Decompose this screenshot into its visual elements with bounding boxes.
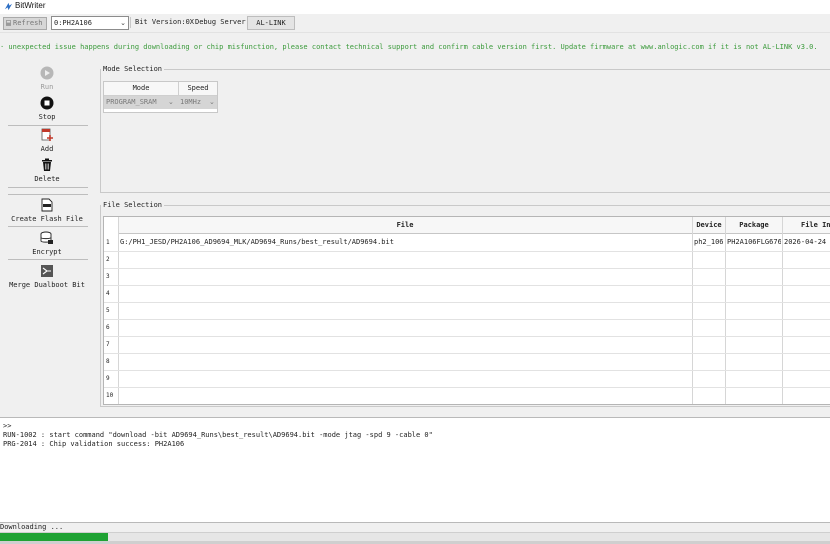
debug-server-value[interactable]: AL-LINK xyxy=(247,16,295,30)
row-divider xyxy=(104,370,830,371)
encrypt-label: Encrypt xyxy=(32,248,62,256)
row-divider xyxy=(104,319,830,320)
progress-fill xyxy=(0,533,108,541)
row-number: 9 xyxy=(106,375,110,382)
sidebar-divider xyxy=(8,125,88,126)
chevron-down-icon: ⌄ xyxy=(168,98,174,106)
column-divider xyxy=(692,217,693,404)
row-divider xyxy=(104,336,830,337)
speed-column-header: Speed xyxy=(179,82,217,96)
console-line: >> xyxy=(3,422,12,430)
row-number: 6 xyxy=(106,324,110,331)
mode-value[interactable]: PROGRAM_SRAM xyxy=(106,96,157,109)
refresh-button[interactable]: Refresh xyxy=(3,17,47,30)
file-path-cell[interactable]: G:/PH1_JESD/PH2A106_AD9694_MLK/AD9694_Ru… xyxy=(120,234,690,251)
run-label: Run xyxy=(40,83,54,91)
flash-file-icon xyxy=(41,198,53,212)
speed-value[interactable]: 10MHz xyxy=(180,96,201,109)
file-table: File Device Package File In 1 2 3 4 5 6 … xyxy=(103,216,830,405)
row-divider xyxy=(104,353,830,354)
merge-dualboot-bit-label: Merge Dualboot Bit xyxy=(9,281,85,289)
bit-version-text: Bit Version:0X xyxy=(135,18,195,26)
refresh-label: Refresh xyxy=(13,19,43,27)
status-text: Downloading ... xyxy=(0,523,64,531)
file-selection-group: File Selection File Device Package File … xyxy=(100,200,830,407)
file-info-column-header: File In xyxy=(783,217,830,234)
device-select-value: 0:PH2A106 xyxy=(54,19,92,27)
mode-selection-title: Mode Selection xyxy=(101,64,165,74)
row-number: 8 xyxy=(106,358,110,365)
device-column-header: Device xyxy=(693,217,726,234)
package-cell[interactable]: PH2A106FLG676 xyxy=(727,234,781,251)
mode-table: Mode Speed PROGRAM_SRAM ⌄ 10MHz ⌄ xyxy=(103,81,218,113)
sidebar-divider xyxy=(8,259,88,260)
delete-label: Delete xyxy=(34,175,60,183)
play-icon xyxy=(40,66,54,80)
mode-column-header: Mode xyxy=(104,82,179,96)
row-divider xyxy=(104,251,830,252)
row-divider xyxy=(104,302,830,303)
merge-dualboot-bit-button[interactable]: Merge Dualboot Bit xyxy=(6,264,88,290)
mode-row[interactable]: PROGRAM_SRAM ⌄ 10MHz ⌄ xyxy=(104,96,217,109)
row-divider xyxy=(104,268,830,269)
bitwriter-logo-icon xyxy=(4,2,13,11)
title-bar: BitWriter xyxy=(0,0,830,14)
debug-server-label: Debug Server: xyxy=(195,18,250,26)
add-label: Add xyxy=(40,145,54,153)
window-title: BitWriter xyxy=(15,1,46,10)
sidebar-divider xyxy=(8,187,88,188)
create-flash-file-button[interactable]: Create Flash File xyxy=(6,198,88,224)
row-divider xyxy=(104,387,830,388)
sidebar: Run Stop Add Delete Create Flash File En… xyxy=(0,60,95,410)
column-divider xyxy=(725,217,726,404)
run-button[interactable]: Run xyxy=(6,66,88,92)
add-button[interactable]: Add xyxy=(6,128,88,154)
create-flash-file-label: Create Flash File xyxy=(11,215,83,223)
sidebar-divider xyxy=(8,194,88,195)
stop-label: Stop xyxy=(38,113,56,121)
database-lock-icon xyxy=(40,231,53,244)
notice-text: · unexpected issue happens during downlo… xyxy=(0,43,818,51)
package-column-header: Package xyxy=(726,217,783,234)
console-log[interactable]: >> RUN-1002 : start command "download -b… xyxy=(0,417,830,523)
row-number: 3 xyxy=(106,273,110,280)
merge-icon xyxy=(41,265,53,277)
add-file-icon xyxy=(41,128,53,141)
file-selection-title: File Selection xyxy=(101,200,165,210)
device-select[interactable]: 0:PH2A106 ⌄ xyxy=(51,16,129,30)
console-line: RUN-1002 : start command "download -bit … xyxy=(3,431,433,439)
device-cell[interactable]: ph2_106 xyxy=(694,234,724,251)
sidebar-divider xyxy=(8,226,88,227)
row-number: 1 xyxy=(106,239,110,246)
encrypt-button[interactable]: Encrypt xyxy=(6,231,88,257)
row-number: 2 xyxy=(106,256,110,263)
row-number: 7 xyxy=(106,341,110,348)
console-line: PRG-2014 : Chip validation success: PH2A… xyxy=(3,440,185,448)
refresh-icon xyxy=(6,20,11,26)
stop-button[interactable]: Stop xyxy=(6,96,88,122)
chevron-down-icon: ⌄ xyxy=(209,98,215,106)
mode-selection-group: Mode Selection Mode Speed PROGRAM_SRAM ⌄… xyxy=(100,64,830,193)
row-number: 10 xyxy=(106,392,114,399)
row-number: 4 xyxy=(106,290,110,297)
stop-icon xyxy=(40,96,54,110)
file-info-cell[interactable]: 2026-04-24 0 xyxy=(784,234,830,251)
trash-icon xyxy=(42,158,52,171)
file-column-header: File xyxy=(118,217,693,234)
toolbar-separator xyxy=(130,17,131,28)
row-divider xyxy=(104,285,830,286)
progress-bar xyxy=(0,532,830,541)
row-number: 5 xyxy=(106,307,110,314)
column-divider xyxy=(782,217,783,404)
toolbar: Refresh 0:PH2A106 ⌄ Bit Version:0X Debug… xyxy=(0,14,830,33)
delete-button[interactable]: Delete xyxy=(6,158,88,184)
chevron-down-icon: ⌄ xyxy=(120,19,126,27)
